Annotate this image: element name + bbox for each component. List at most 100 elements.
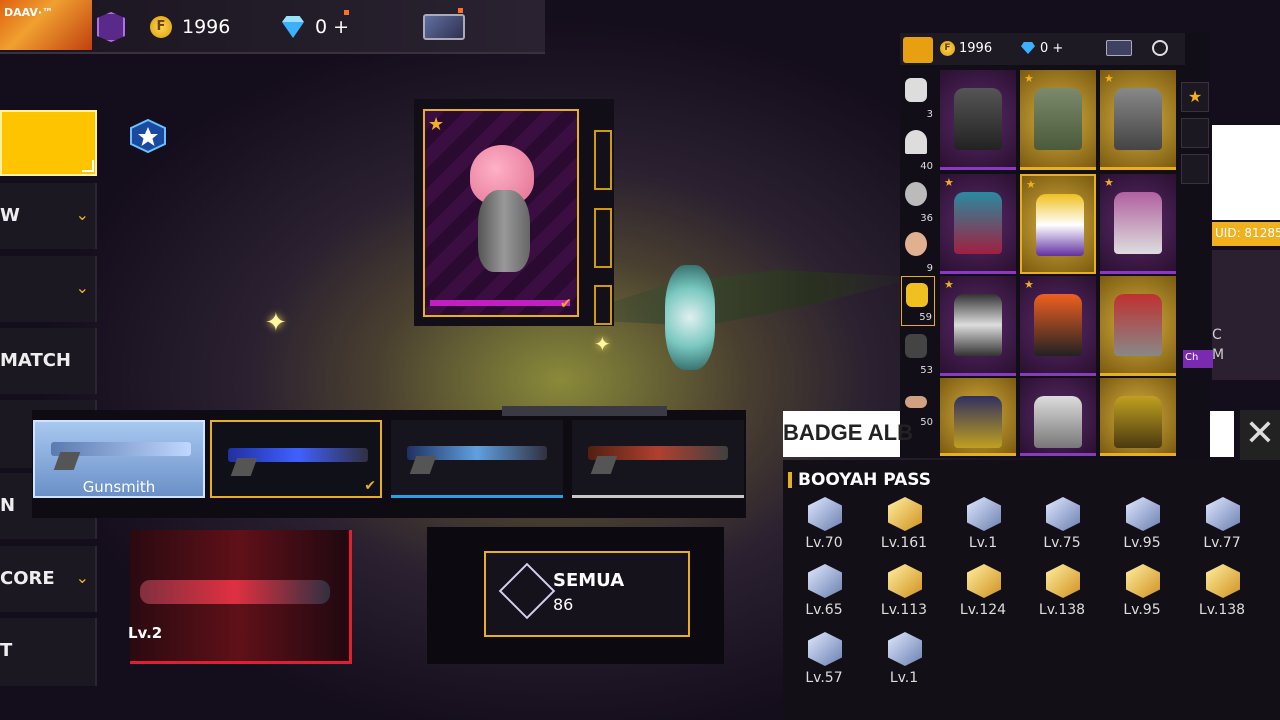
chevron-down-icon: ⌄ — [75, 205, 89, 224]
badge-item[interactable]: Lv.65 — [794, 564, 854, 626]
menu-item-1[interactable]: W ⌄ — [0, 183, 97, 249]
sparkle-icon: ✦ — [594, 332, 611, 356]
gold-coin-count: 1996 — [959, 41, 993, 56]
badge-item[interactable]: Lv.138 — [1032, 564, 1092, 626]
menu-item-2[interactable]: ⌄ — [0, 256, 97, 322]
menu-item-label: W — [0, 205, 20, 226]
notification-dot — [458, 8, 463, 13]
partial-text: C M — [1212, 327, 1225, 363]
menu-item-7[interactable]: T — [0, 618, 97, 686]
chevron-down-icon: ⌄ — [75, 568, 89, 587]
menu-item-label: T — [0, 640, 13, 661]
badge-album-title: BADGE ALB — [783, 420, 913, 445]
booyah-pass-title: BOOYAH PASS — [798, 470, 932, 490]
cap-icon — [905, 130, 927, 154]
category-top-active[interactable]: 59 — [901, 276, 935, 326]
menu-item-6[interactable]: CORE ⌄ — [0, 546, 97, 612]
favorite-star-icon[interactable]: ★ — [1181, 82, 1209, 112]
category-pants[interactable]: 53 — [901, 328, 935, 378]
costume-item[interactable] — [940, 378, 1016, 456]
strip-scrollbar[interactable] — [502, 406, 667, 416]
upload-icon[interactable] — [1152, 40, 1168, 56]
mannequin-head — [478, 190, 530, 272]
rank-badge-icon[interactable] — [903, 37, 933, 63]
costume-item[interactable]: ★ — [1100, 174, 1176, 274]
pants-icon — [905, 334, 927, 358]
diamond-count[interactable]: 0 + — [1040, 41, 1063, 56]
badge-item[interactable]: Lv.75 — [1032, 497, 1092, 559]
close-icon[interactable]: ✕ — [1240, 410, 1280, 460]
weapon-level: Lv.2 — [128, 624, 163, 642]
collection-count: 86 — [553, 595, 574, 614]
costume-item[interactable] — [1100, 378, 1176, 456]
shirt-icon — [905, 78, 927, 102]
side-slot[interactable] — [594, 130, 612, 190]
costume-item[interactable]: ★ — [1100, 70, 1176, 170]
badge-item[interactable]: Lv.113 — [874, 564, 934, 626]
badge-item[interactable]: Lv.95 — [1112, 497, 1172, 559]
badge-item[interactable]: Lv.138 — [1192, 564, 1252, 626]
side-slot[interactable] — [594, 285, 612, 325]
shoes-icon — [905, 396, 927, 408]
membership-card-icon[interactable] — [1106, 40, 1132, 56]
costume-item[interactable]: ★ — [1020, 70, 1096, 170]
change-button[interactable]: Ch — [1183, 350, 1213, 368]
change-label: Ch — [1185, 352, 1199, 363]
check-icon: ✔ — [560, 296, 572, 312]
gold-coin-icon: F — [150, 16, 172, 38]
player-name-banner[interactable]: DAAV·™ — [0, 0, 92, 50]
uid-label: UID: 81285 — [1212, 222, 1280, 246]
category-cap[interactable]: 40 — [901, 124, 935, 174]
category-face[interactable]: 9 — [901, 226, 935, 276]
weapon-slot-2[interactable]: ✔ — [210, 420, 382, 498]
costume-item[interactable] — [1020, 378, 1096, 456]
face-icon — [905, 232, 927, 256]
category-shirt[interactable]: 3 — [901, 72, 935, 122]
costume-item[interactable]: ★ — [940, 276, 1016, 376]
menu-item-label: CORE — [0, 568, 55, 589]
gunsmith-label: Gunsmith — [82, 478, 156, 496]
sparkle-icon: ✦ — [265, 308, 287, 338]
mannequin-icon[interactable] — [1181, 118, 1209, 148]
weapon-slot-3[interactable] — [391, 420, 563, 498]
badge-item[interactable]: Lv.95 — [1112, 564, 1172, 626]
gold-coin-icon: F — [940, 41, 955, 56]
card-icon[interactable] — [1181, 154, 1209, 184]
badge-item[interactable]: Lv.124 — [953, 564, 1013, 626]
diamond-icon-bottom — [282, 22, 304, 38]
menu-item-label: N — [0, 495, 16, 516]
notification-dot — [344, 10, 349, 15]
costume-item-selected[interactable]: ★ — [1020, 174, 1096, 274]
profile-banner — [1212, 125, 1280, 220]
player-name: DAAV·™ — [4, 6, 54, 19]
star-rank-icon[interactable] — [127, 118, 169, 154]
menu-item-3[interactable]: MATCH — [0, 328, 97, 394]
top-icon — [906, 283, 928, 307]
collection-title: SEMUA — [553, 570, 625, 591]
badge-item[interactable]: Lv.70 — [794, 497, 854, 559]
badge-item[interactable]: Lv.77 — [1192, 497, 1252, 559]
side-slot[interactable] — [594, 208, 612, 268]
badge-item[interactable]: Lv.161 — [874, 497, 934, 559]
costume-item[interactable] — [1100, 276, 1176, 376]
header-filler — [1210, 411, 1234, 457]
section-accent — [788, 472, 792, 488]
costume-item[interactable] — [940, 70, 1016, 170]
owl-wing — [560, 270, 920, 326]
diamond-count[interactable]: 0 + — [315, 16, 349, 38]
category-mask[interactable]: 36 — [901, 176, 935, 226]
featured-weapon-card[interactable] — [130, 530, 352, 664]
weapon-slot-4[interactable] — [572, 420, 744, 498]
badge-item[interactable]: Lv.1 — [874, 632, 934, 694]
mask-icon — [905, 182, 927, 206]
membership-card-icon[interactable] — [423, 14, 465, 40]
chevron-down-icon: ⌄ — [75, 278, 89, 297]
gold-coin-count: 1996 — [182, 16, 231, 38]
rank-badge-icon[interactable] — [97, 12, 125, 42]
check-icon: ✔ — [364, 478, 376, 494]
costume-item[interactable]: ★ — [940, 174, 1016, 274]
badge-item[interactable]: Lv.57 — [794, 632, 854, 694]
owl-pet[interactable] — [665, 265, 715, 370]
badge-item[interactable]: Lv.1 — [953, 497, 1013, 559]
costume-item[interactable]: ★ — [1020, 276, 1096, 376]
